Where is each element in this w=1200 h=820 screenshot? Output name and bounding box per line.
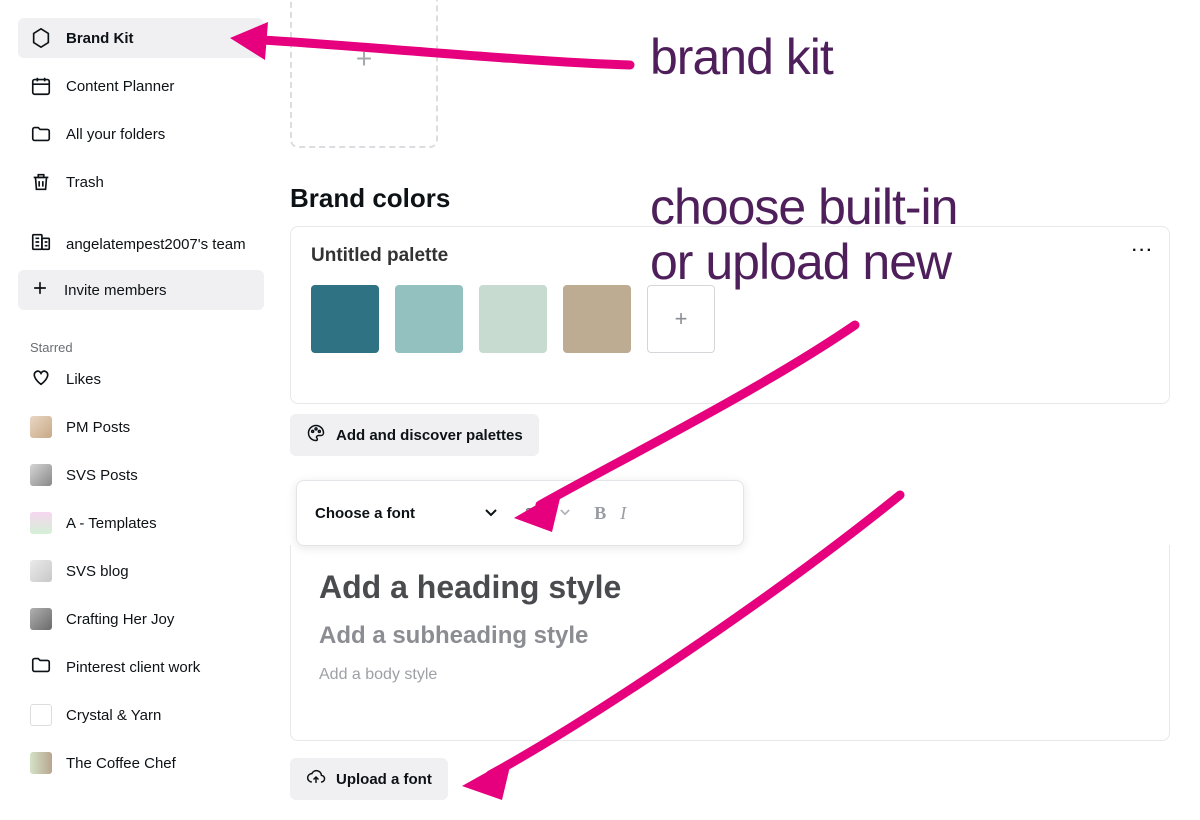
color-swatch[interactable] (311, 285, 379, 353)
starred-item[interactable]: Crystal & Yarn (18, 695, 264, 735)
nav-content-planner-label: Content Planner (66, 78, 174, 95)
annotation-choose-upload: choose built-in or upload new (650, 180, 957, 290)
nav-trash-label: Trash (66, 174, 104, 191)
nav-brand-kit-label: Brand Kit (66, 30, 134, 47)
starred-heading: Starred (18, 332, 264, 359)
folder-icon (30, 123, 52, 145)
folder-thumbnail (30, 512, 52, 534)
upload-font-button[interactable]: Upload a font (290, 758, 448, 800)
team-icon (30, 231, 52, 258)
folder-thumbnail (30, 608, 52, 630)
plus-icon (30, 278, 50, 303)
arrow-to-upload-font (450, 480, 920, 800)
annotation-line2: or upload new (650, 234, 951, 290)
brand-colors-title: Brand colors (290, 183, 450, 214)
palette-icon (306, 423, 326, 447)
choose-font-label: Choose a font (315, 505, 415, 522)
add-discover-palettes-label: Add and discover palettes (336, 427, 523, 444)
likes-label: Likes (66, 371, 101, 388)
starred-item[interactable]: The Coffee Chef (18, 743, 264, 783)
starred-item-label: Pinterest client work (66, 659, 200, 676)
likes-item[interactable]: Likes (18, 359, 264, 399)
starred-item-label: Crafting Her Joy (66, 611, 174, 628)
starred-item-label: Crystal & Yarn (66, 707, 161, 724)
folder-thumbnail (30, 752, 52, 774)
folder-icon (30, 654, 52, 681)
starred-item[interactable]: Pinterest client work (18, 647, 264, 687)
folder-thumbnail (30, 416, 52, 438)
starred-item[interactable]: PM Posts (18, 407, 264, 447)
nav-content-planner[interactable]: Content Planner (18, 66, 264, 106)
folder-thumbnail (30, 560, 52, 582)
folder-thumbnail (30, 464, 52, 486)
nav-all-folders[interactable]: All your folders (18, 114, 264, 154)
starred-item-label: The Coffee Chef (66, 755, 176, 772)
annotation-brand-kit: brand kit (650, 30, 833, 85)
starred-item[interactable]: SVS blog (18, 551, 264, 591)
upload-icon (306, 767, 326, 791)
starred-item[interactable]: SVS Posts (18, 455, 264, 495)
nav-brand-kit[interactable]: Brand Kit (18, 18, 264, 58)
calendar-icon (30, 75, 52, 97)
starred-item-label: SVS blog (66, 563, 129, 580)
invite-members-label: Invite members (64, 282, 167, 299)
starred-item[interactable]: A - Templates (18, 503, 264, 543)
color-swatch[interactable] (395, 285, 463, 353)
arrow-to-brand-kit (230, 20, 640, 90)
sidebar: Brand Kit Content Planner All your folde… (0, 0, 274, 820)
invite-members-button[interactable]: Invite members (18, 270, 264, 310)
starred-item-label: SVS Posts (66, 467, 138, 484)
nav-trash[interactable]: Trash (18, 162, 264, 202)
nav-all-folders-label: All your folders (66, 126, 165, 143)
starred-item-label: PM Posts (66, 419, 130, 436)
team-label: angelatempest2007's team (66, 236, 246, 253)
palette-more-button[interactable]: ··· (1131, 239, 1155, 263)
heart-icon (30, 366, 52, 393)
upload-font-label: Upload a font (336, 771, 432, 788)
folder-thumbnail (30, 704, 52, 726)
trash-icon (30, 171, 52, 193)
team-row[interactable]: angelatempest2007's team (18, 224, 264, 264)
starred-item-label: A - Templates (66, 515, 157, 532)
annotation-line1: choose built-in (650, 179, 957, 235)
brand-kit-icon (30, 27, 52, 49)
starred-item[interactable]: Crafting Her Joy (18, 599, 264, 639)
